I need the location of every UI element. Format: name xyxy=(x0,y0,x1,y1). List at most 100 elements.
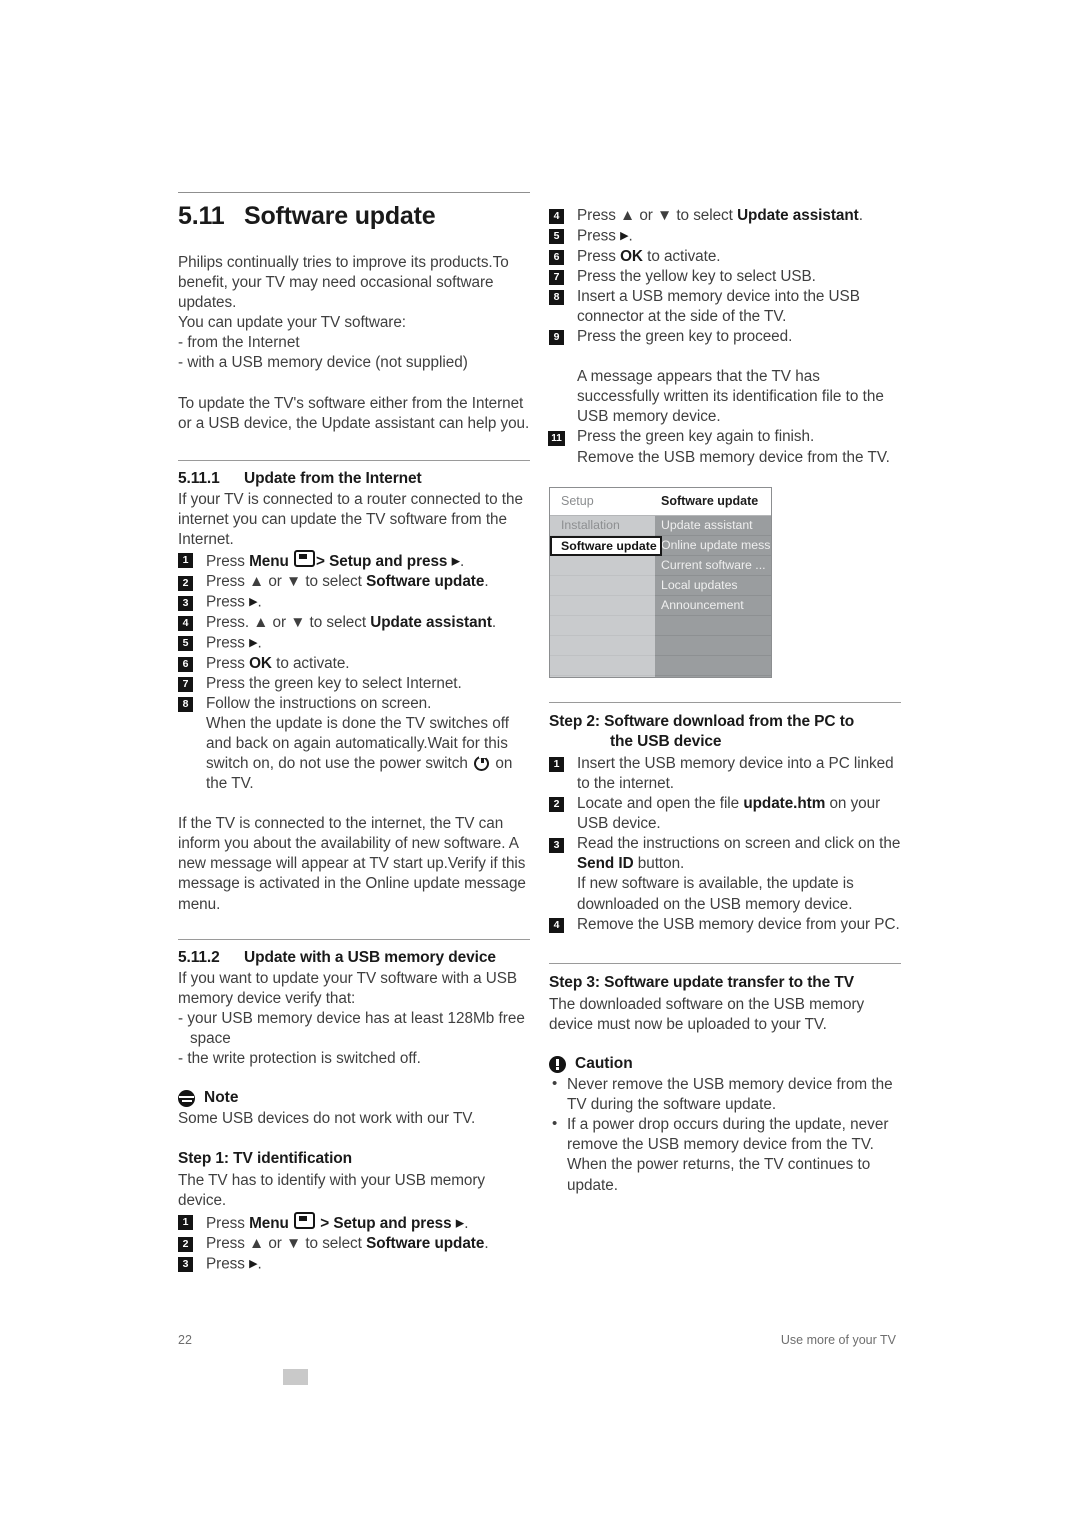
section-title-text: Software update xyxy=(244,202,436,230)
step-number: 4 xyxy=(178,616,193,632)
arrow-right-icon: ▶ xyxy=(451,555,460,568)
menu-icon xyxy=(294,1211,316,1229)
list-item: 11 Press the green key again to finish. xyxy=(548,427,901,447)
list-item: 5 Press ▶. xyxy=(549,226,901,247)
tv-menu-right-empty-2 xyxy=(655,636,771,656)
step-text: Press the green key to proceed. xyxy=(577,328,793,346)
page-title: 5.11 Software update xyxy=(178,202,530,231)
step8-cont-text-a: When the update is done the TV switches … xyxy=(206,714,510,772)
step-text: Press the yellow key to select USB. xyxy=(577,267,816,285)
step-text: Press xyxy=(206,1214,250,1232)
step-text: Press xyxy=(206,634,250,652)
step-text-post: . xyxy=(484,1234,489,1252)
tv-menu-item-update-assistant[interactable]: Update assistant xyxy=(655,516,771,536)
tv-menu-body: Installation Software update Update assi… xyxy=(550,516,771,677)
list-item: Never remove the USB memory device from … xyxy=(549,1074,901,1115)
step-text-post: to activate. xyxy=(642,247,721,265)
step-text-post: . xyxy=(257,1255,262,1273)
tv-menu-left-column: Installation Software update xyxy=(550,516,662,677)
tv-menu-header-left: Setup xyxy=(561,494,594,508)
list-item: 7 Press the green key to select Internet. xyxy=(178,674,530,694)
step-text-post: . xyxy=(628,227,633,245)
usb-requirements: - your USB memory device has at least 12… xyxy=(178,1009,530,1069)
tv-menu-item-online-update-message[interactable]: Online update mess... xyxy=(655,536,771,556)
list-item: 6 Press OK to activate. xyxy=(549,247,901,267)
step-number: 8 xyxy=(549,290,564,306)
note-text: Some USB devices do not work with our TV… xyxy=(178,1110,476,1128)
usb-requirement-space: - your USB memory device has at least 12… xyxy=(178,1009,525,1047)
step-text: Press xyxy=(577,247,621,265)
step-number: 1 xyxy=(549,757,564,773)
step-text-post: button. xyxy=(633,855,685,873)
step-text: Remove the USB memory device from your P… xyxy=(577,915,900,933)
caution-title-text: Caution xyxy=(575,1055,633,1073)
list-item: 5 Press ▶. xyxy=(178,633,530,654)
step-number: 8 xyxy=(178,697,193,713)
step-keyword: OK xyxy=(249,654,272,672)
intro-bullet-internet: - from the Internet xyxy=(178,334,300,352)
step-number: 5 xyxy=(549,229,564,245)
intro-paragraph-2: You can update your TV software: xyxy=(178,314,407,332)
step-text-post: . xyxy=(464,1214,469,1232)
step-text: Press xyxy=(206,593,250,611)
step-number: 4 xyxy=(549,209,564,225)
tv-menu-item-current-software[interactable]: Current software ... xyxy=(655,556,771,576)
step-text: Press ▲ or ▼ to select xyxy=(206,1234,367,1252)
list-item: 2 Press ▲ or ▼ to select Software update. xyxy=(178,1234,530,1254)
step-keyword: Menu xyxy=(249,553,289,571)
list-item: 7 Press the yellow key to select USB. xyxy=(549,267,901,287)
note-title-text: Note xyxy=(204,1089,239,1107)
step-text-post: to activate. xyxy=(271,654,350,672)
tv-menu-left-empty-3 xyxy=(550,596,655,616)
step11-continuation: Remove the USB memory device from the TV… xyxy=(577,448,890,466)
step-text: Insert a USB memory device into the USB … xyxy=(577,287,860,325)
step-number: 3 xyxy=(178,1257,193,1273)
tv-menu-left-empty-2 xyxy=(550,576,655,596)
list-item: If a power drop occurs during the update… xyxy=(549,1114,901,1195)
step-keyword: Update assistant xyxy=(370,613,492,631)
tv-menu-header: Setup Software update xyxy=(550,488,771,516)
step-text: Follow the instructions on screen. xyxy=(206,694,432,712)
list-item: 2 Press ▲ or ▼ to select Software update. xyxy=(178,572,530,592)
intro-paragraph-3: To update the TV's software either from … xyxy=(178,394,530,432)
usb-success-message: A message appears that the TV has succes… xyxy=(577,368,884,426)
footer-label: Use more of your TV xyxy=(780,1333,896,1347)
internet-steps-list: 1 Press Menu > Setup and press ▶. 2 Press … xyxy=(178,550,530,714)
tv-menu-screenshot: Setup Software update Installation Softw… xyxy=(549,487,772,678)
list-item: 1 Insert the USB memory device into a PC … xyxy=(549,754,901,794)
step-number: 3 xyxy=(178,595,193,611)
subsection-title-internet: 5.11.1 Update from the Internet xyxy=(178,470,530,488)
list-item: 1 Press Menu > Setup and press ▶. xyxy=(178,1211,530,1234)
step-keyword: OK xyxy=(620,247,643,265)
step-number: 6 xyxy=(549,250,564,266)
step-text: Press. ▲ or ▼ to select xyxy=(206,613,371,631)
step-keyword: Update assistant xyxy=(737,207,859,224)
step-text: Locate and open the file xyxy=(577,795,744,813)
tv-menu-item-announcement[interactable]: Announcement xyxy=(655,596,771,616)
subsection-title-usb-text: Update with a USB memory device xyxy=(244,948,496,966)
document-page: 5.11 Software update Philips continually … xyxy=(0,0,1080,1528)
step-text-post: . xyxy=(459,553,465,571)
step2-steps-list: 1 Insert the USB memory device into a PC … xyxy=(549,754,901,935)
step-text: Press xyxy=(206,553,250,571)
step-number: 11 xyxy=(548,430,565,446)
step-text-mid: > Setup and press xyxy=(316,553,452,571)
list-item: 3 Read the instructions on screen and cli… xyxy=(549,834,901,914)
tv-menu-right-column: Update assistant Online update mess... C… xyxy=(655,516,771,677)
step3-heading: Step 3: Software update transfer to the … xyxy=(549,973,854,991)
step1-heading: Step 1: TV identification xyxy=(178,1150,353,1168)
section-divider xyxy=(178,192,530,193)
tv-menu-item-local-updates[interactable]: Local updates xyxy=(655,576,771,596)
step3-intro: The downloaded software on the USB memor… xyxy=(549,995,865,1033)
step-keyword: Software update xyxy=(366,573,485,591)
tv-menu-item-installation[interactable]: Installation xyxy=(550,516,655,536)
step-text: Press ▲ or ▼ to select xyxy=(577,207,738,224)
step-number: 1 xyxy=(178,553,193,569)
caution-list: Never remove the USB memory device from … xyxy=(549,1074,901,1196)
step2-title-line2: the USB device xyxy=(610,732,722,750)
tv-menu-header-right: Software update xyxy=(661,494,759,508)
arrow-right-icon: ▶ xyxy=(455,1217,465,1230)
list-item: 4 Press. ▲ or ▼ to select Update assistan… xyxy=(178,613,530,633)
tv-menu-item-software-update[interactable]: Software update xyxy=(550,536,662,556)
step-text-mid: > xyxy=(320,1214,334,1232)
